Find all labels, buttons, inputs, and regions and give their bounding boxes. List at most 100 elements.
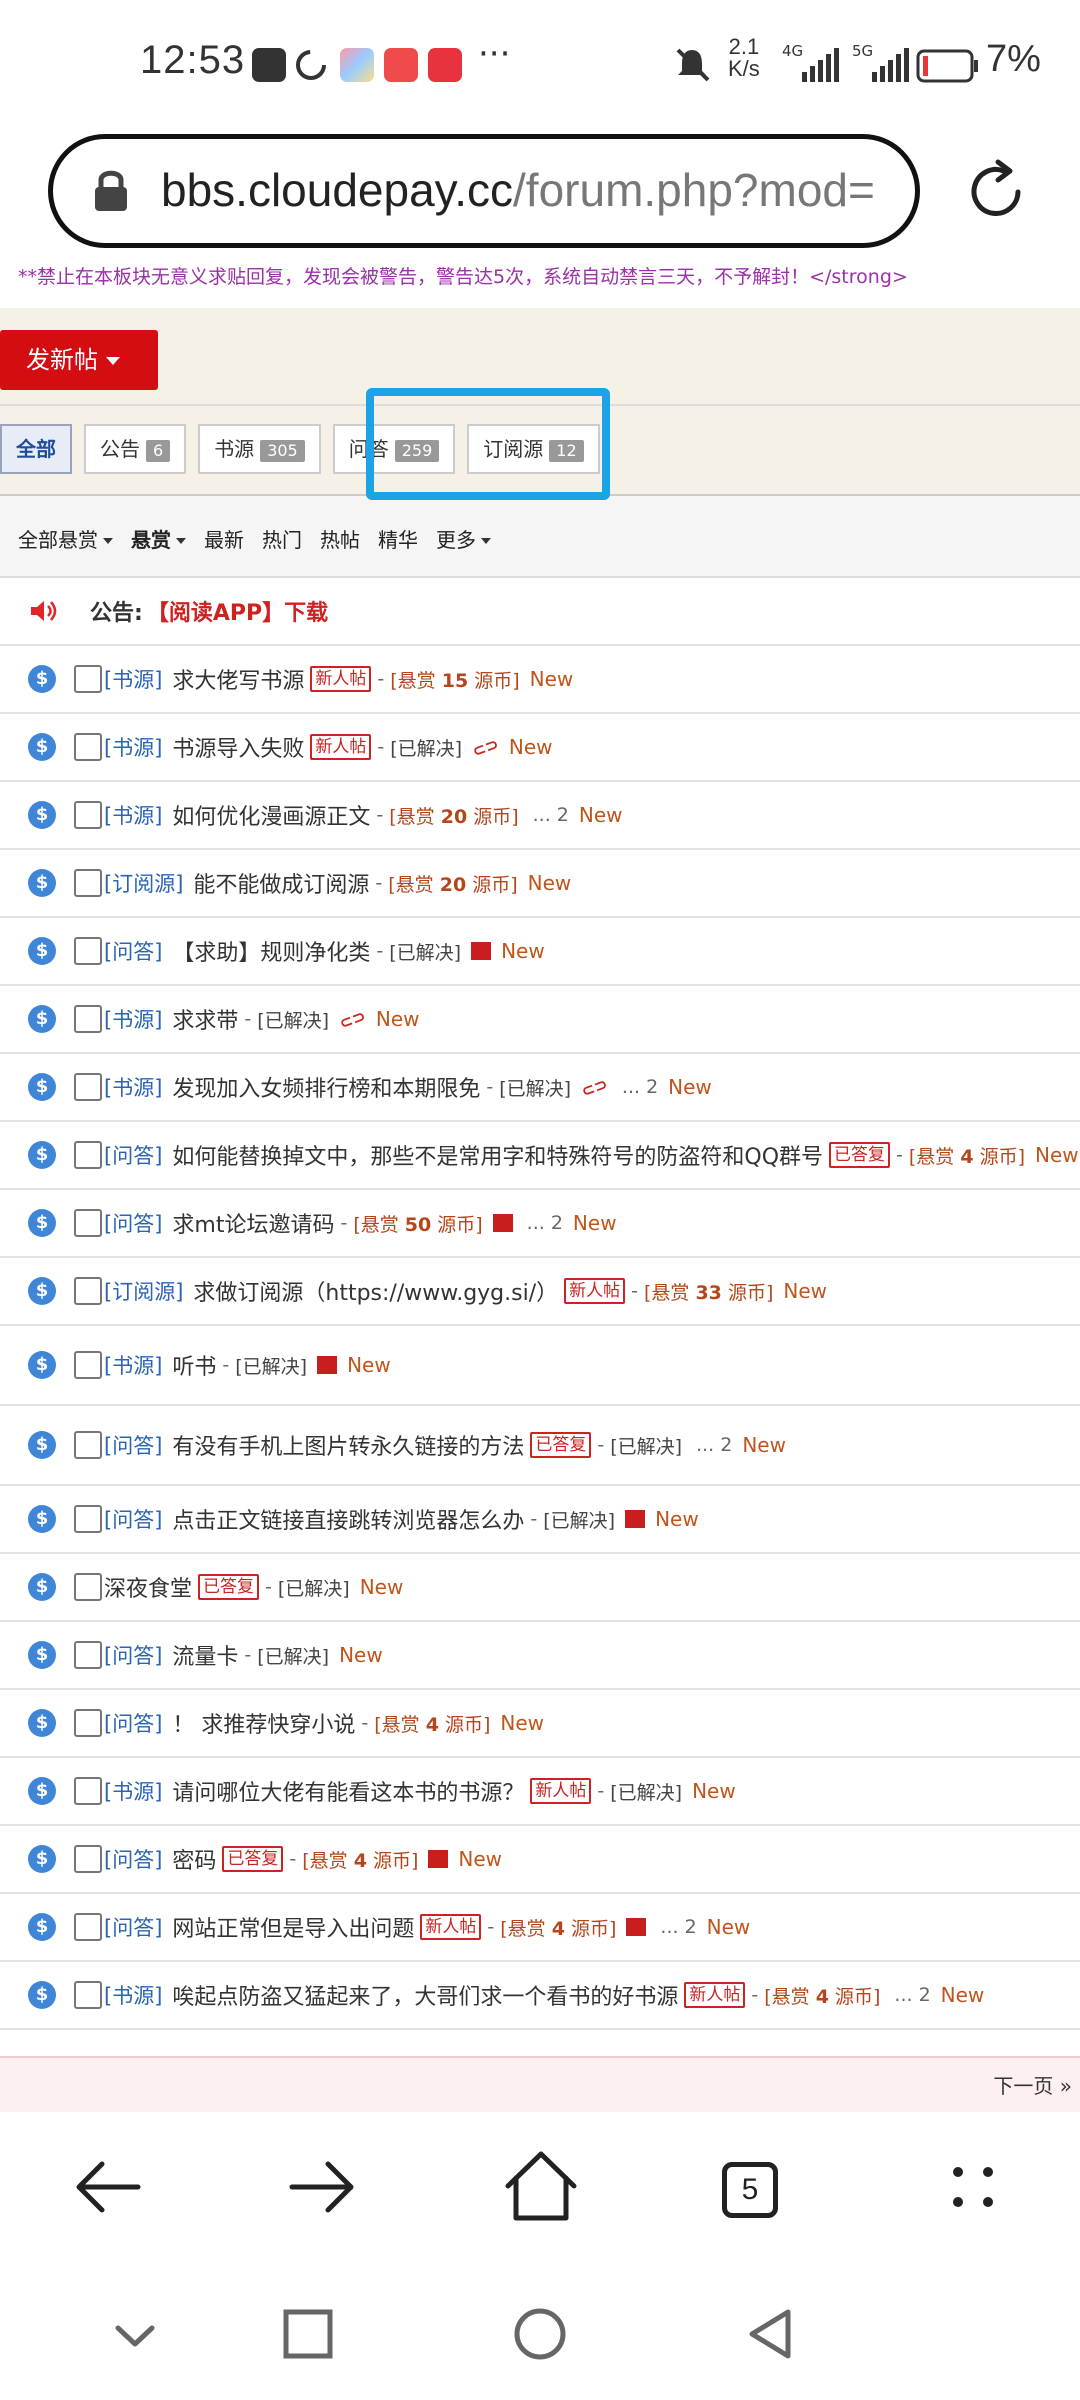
row-checkbox[interactable] bbox=[74, 1351, 102, 1379]
thread-category[interactable]: [书源] bbox=[104, 1004, 162, 1034]
back-arrow-icon[interactable] bbox=[62, 2142, 152, 2232]
table-row[interactable]: $ [问答] 如何能替换掉文中，那些不是常用字和特殊符号的防盗符和QQ群号 已答复 -[… bbox=[0, 1122, 1080, 1190]
row-checkbox[interactable] bbox=[74, 1505, 102, 1533]
thread-title[interactable]: 网站正常但是导入出问题 bbox=[172, 1911, 414, 1943]
table-row[interactable]: $ [问答] 有没有手机上图片转永久链接的方法 已答复 - [已解决] ... 2 New bbox=[0, 1406, 1080, 1486]
thread-title[interactable]: 【求助】规则净化类 bbox=[172, 935, 370, 967]
row-checkbox[interactable] bbox=[74, 1913, 102, 1941]
filter-2[interactable]: 最新 bbox=[204, 524, 244, 553]
forward-arrow-icon[interactable] bbox=[278, 2142, 368, 2232]
announcement-link[interactable]: 【阅读APP】下载 bbox=[147, 595, 328, 627]
row-checkbox[interactable] bbox=[74, 1845, 102, 1873]
thread-title[interactable]: 书源导入失败 bbox=[172, 731, 304, 763]
thread-category[interactable]: [书源] bbox=[104, 1072, 162, 1102]
row-checkbox[interactable] bbox=[74, 1073, 102, 1101]
filter-5[interactable]: 精华 bbox=[378, 524, 418, 553]
thread-pages[interactable]: ... 2 bbox=[533, 804, 569, 826]
thread-title[interactable]: 求mt论坛邀请码 bbox=[172, 1207, 334, 1239]
filter-0[interactable]: 全部悬赏 bbox=[18, 524, 113, 553]
tab-1[interactable]: 公告 6 bbox=[84, 424, 187, 474]
thread-category[interactable]: [问答] bbox=[104, 936, 162, 966]
table-row[interactable]: $ [书源] 唉起点防盗又猛起来了，大哥们求一个看书的好书源 新人帖 - [悬赏 4 源币… bbox=[0, 1962, 1080, 2030]
thread-pages[interactable]: ... 2 bbox=[527, 1212, 563, 1234]
table-row[interactable]: $ [问答] 求mt论坛邀请码 - [悬赏 50 源币] ... 2 New bbox=[0, 1190, 1080, 1258]
thread-title[interactable]: 深夜食堂 bbox=[104, 1571, 192, 1603]
thread-title[interactable]: ！ 求推荐快穿小说 bbox=[172, 1707, 355, 1739]
tab-0[interactable]: 全部 bbox=[0, 424, 72, 474]
chevron-down-icon[interactable] bbox=[110, 2310, 160, 2360]
thread-title[interactable]: 如何优化漫画源正文 bbox=[172, 799, 370, 831]
thread-category[interactable]: [问答] bbox=[104, 1208, 162, 1238]
thread-category[interactable]: [订阅源] bbox=[104, 868, 183, 898]
refresh-icon[interactable] bbox=[960, 156, 1032, 228]
filter-4[interactable]: 热帖 bbox=[320, 524, 360, 553]
next-page-link[interactable]: 下一页 » bbox=[993, 2070, 1072, 2099]
thread-title[interactable]: 求大佬写书源 bbox=[172, 663, 304, 695]
row-checkbox[interactable] bbox=[74, 1277, 102, 1305]
row-checkbox[interactable] bbox=[74, 801, 102, 829]
menu-dots-icon[interactable] bbox=[928, 2142, 1018, 2232]
thread-category[interactable]: [问答] bbox=[104, 1912, 162, 1942]
tab-2[interactable]: 书源 305 bbox=[198, 424, 321, 474]
thread-category[interactable]: [书源] bbox=[104, 664, 162, 694]
table-row[interactable]: $ [问答] 网站正常但是导入出问题 新人帖 - [悬赏 4 源币] ... 2 New bbox=[0, 1894, 1080, 1962]
table-row[interactable]: $ [问答] 密码 已答复 - [悬赏 4 源币] New bbox=[0, 1826, 1080, 1894]
table-row[interactable]: $ [书源] 发现加入女频排行榜和本期限免 - [已解决] ⊂⊃ ... 2 New bbox=[0, 1054, 1080, 1122]
filter-1[interactable]: 悬赏 bbox=[131, 524, 186, 553]
thread-title[interactable]: 点击正文链接直接跳转浏览器怎么办 bbox=[172, 1503, 524, 1535]
thread-pages[interactable]: ... 2 bbox=[894, 1984, 930, 2006]
thread-title[interactable]: 有没有手机上图片转永久链接的方法 bbox=[172, 1429, 524, 1461]
tab-4[interactable]: 订阅源 12 bbox=[467, 424, 600, 474]
tab-3[interactable]: 问答 259 bbox=[332, 424, 456, 474]
announcement-row[interactable]: 公告: 【阅读APP】下载 bbox=[0, 578, 1080, 646]
thread-title[interactable]: 唉起点防盗又猛起来了，大哥们求一个看书的好书源 bbox=[172, 1979, 678, 2011]
thread-title[interactable]: 求求带 bbox=[172, 1003, 238, 1035]
thread-title[interactable]: 密码 bbox=[172, 1843, 216, 1875]
thread-pages[interactable]: ... 2 bbox=[660, 1916, 696, 1938]
thread-category[interactable]: [问答] bbox=[104, 1844, 162, 1874]
row-checkbox[interactable] bbox=[74, 1777, 102, 1805]
thread-category[interactable]: [问答] bbox=[104, 1504, 162, 1534]
thread-title[interactable]: 流量卡 bbox=[172, 1639, 238, 1671]
thread-title[interactable]: 听书 bbox=[172, 1349, 216, 1381]
row-checkbox[interactable] bbox=[74, 1573, 102, 1601]
tabs-button[interactable]: 5 bbox=[722, 2162, 778, 2218]
table-row[interactable]: $ [书源] 求求带 - [已解决] ⊂⊃ New bbox=[0, 986, 1080, 1054]
thread-category[interactable]: [书源] bbox=[104, 1350, 162, 1380]
thread-category[interactable]: [书源] bbox=[104, 1776, 162, 1806]
table-row[interactable]: $ [订阅源] 求做订阅源（https://www.gyg.si/） 新人帖 - [悬赏 … bbox=[0, 1258, 1080, 1326]
row-checkbox[interactable] bbox=[74, 1141, 102, 1169]
row-checkbox[interactable] bbox=[74, 1209, 102, 1237]
thread-pages[interactable]: ... 2 bbox=[622, 1076, 658, 1098]
filter-6[interactable]: 更多 bbox=[436, 524, 491, 553]
table-row[interactable]: $ [书源] 书源导入失败 新人帖 - [已解决] ⊂⊃ New bbox=[0, 714, 1080, 782]
thread-title[interactable]: 如何能替换掉文中，那些不是常用字和特殊符号的防盗符和QQ群号 bbox=[172, 1139, 823, 1171]
row-checkbox[interactable] bbox=[74, 1641, 102, 1669]
table-row[interactable]: $ [问答] ！ 求推荐快穿小说 - [悬赏 4 源币] New bbox=[0, 1690, 1080, 1758]
table-row[interactable]: $ [书源] 如何优化漫画源正文 - [悬赏 20 源币] ... 2 New bbox=[0, 782, 1080, 850]
thread-title[interactable]: 发现加入女频排行榜和本期限免 bbox=[172, 1071, 480, 1103]
thread-category[interactable]: [问答] bbox=[104, 1708, 162, 1738]
table-row[interactable]: $ [订阅源] 能不能做成订阅源 - [悬赏 20 源币] New bbox=[0, 850, 1080, 918]
thread-category[interactable]: [书源] bbox=[104, 1980, 162, 2010]
table-row[interactable]: $ [书源] 请问哪位大佬有能看这本书的书源？ 新人帖 - [已解决] New bbox=[0, 1758, 1080, 1826]
row-checkbox[interactable] bbox=[74, 733, 102, 761]
home-circle-icon[interactable] bbox=[512, 2306, 568, 2362]
thread-title[interactable]: 能不能做成订阅源 bbox=[193, 867, 369, 899]
row-checkbox[interactable] bbox=[74, 1709, 102, 1737]
recents-square-icon[interactable] bbox=[282, 2308, 334, 2360]
filter-3[interactable]: 热门 bbox=[262, 524, 302, 553]
row-checkbox[interactable] bbox=[74, 1431, 102, 1459]
thread-title[interactable]: 请问哪位大佬有能看这本书的书源？ bbox=[172, 1775, 524, 1807]
row-checkbox[interactable] bbox=[74, 665, 102, 693]
thread-category[interactable]: [问答] bbox=[104, 1140, 162, 1170]
back-triangle-icon[interactable] bbox=[742, 2306, 798, 2362]
row-checkbox[interactable] bbox=[74, 869, 102, 897]
thread-category[interactable]: [订阅源] bbox=[104, 1276, 183, 1306]
thread-category[interactable]: [书源] bbox=[104, 732, 162, 762]
thread-pages[interactable]: ... 2 bbox=[696, 1434, 732, 1456]
table-row[interactable]: $ [问答] 流量卡 - [已解决] New bbox=[0, 1622, 1080, 1690]
thread-category[interactable]: [问答] bbox=[104, 1640, 162, 1670]
row-checkbox[interactable] bbox=[74, 937, 102, 965]
thread-title[interactable]: 求做订阅源（https://www.gyg.si/） bbox=[193, 1275, 558, 1307]
